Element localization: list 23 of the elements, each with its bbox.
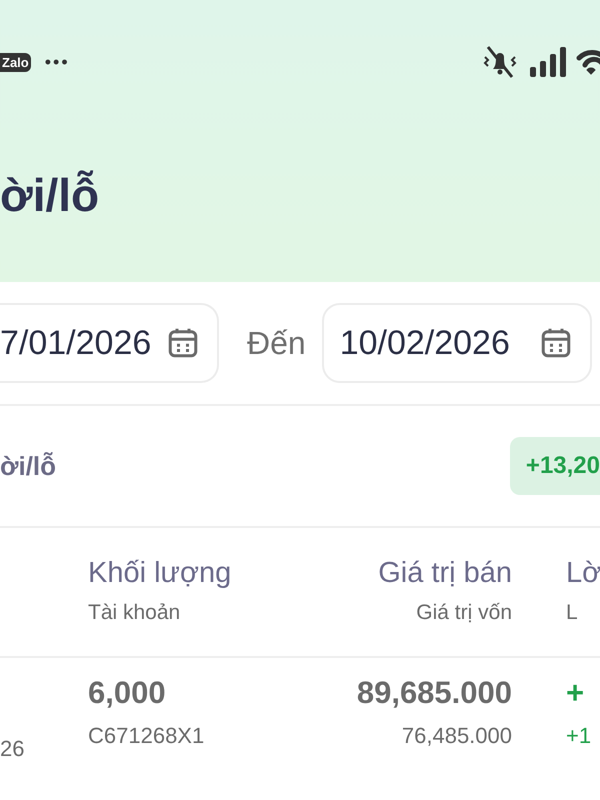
column-title: Lờ [566,556,600,592]
wifi-icon [576,48,600,76]
table-cell-text: 89,685.000 [356,674,512,712]
column-subtitle: Giá trị vốn [416,600,512,626]
table-cell-text: 6,000 [88,674,166,712]
column-subtitle: Tài khoản [88,600,180,626]
page-title: ời/lỗ [0,172,100,218]
table-cell-text: 26 [0,735,24,763]
table-cell-text: + [566,674,584,712]
column-subtitle: L [566,600,578,626]
to-label: Đến [247,324,306,363]
start-date-field[interactable]: 7/01/2026 [0,303,219,383]
summary-label: ời/lỗ [0,450,56,482]
column-title: Khối lượng [88,556,232,592]
table-cell-text: C671268X1 [88,722,204,750]
more-indicator: ••• [44,53,70,71]
signal-icon [530,47,566,77]
table-cell-text: +1 [566,722,592,750]
app-logo: Zalo [0,52,31,72]
table-cell-text: 76,485.000 [402,722,512,750]
total-badge: +13,20 [510,437,600,495]
column-title: Giá trị bán [378,556,512,592]
end-date-field[interactable]: 10/02/2026 [322,303,592,383]
